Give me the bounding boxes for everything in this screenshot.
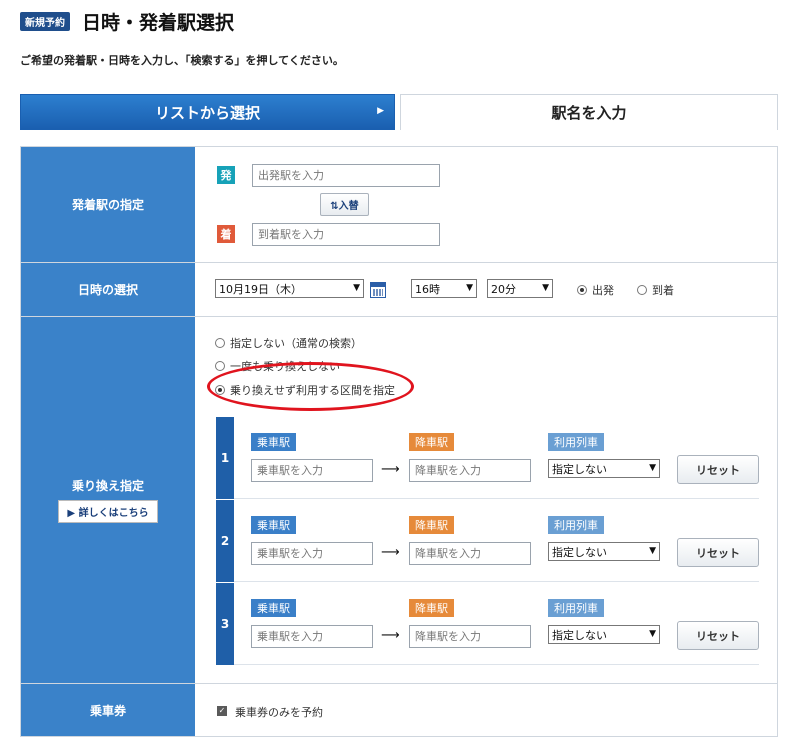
depart-tag: 発 xyxy=(217,166,235,184)
transfer-row-header: 乗り換え指定 ▶ 詳しくはこちら xyxy=(21,317,195,683)
highlight-annotation-ellipse xyxy=(207,362,414,411)
stations-label: 発着駅の指定 xyxy=(71,198,144,212)
minute-value: 20分 xyxy=(491,282,516,296)
board-station-label: 乗車駅 xyxy=(251,516,296,534)
alight-station-input[interactable] xyxy=(409,625,531,648)
board-station-input[interactable] xyxy=(251,542,373,565)
minute-select[interactable]: 20分 ▼ xyxy=(487,279,553,298)
hour-select[interactable]: 16時 ▼ xyxy=(411,279,477,298)
segment-1: 1 乗車駅 ⟶ 降車駅 利用列車 指定しない ▼ リセット xyxy=(216,417,759,499)
page-title: 日時・発着駅選択 xyxy=(82,12,235,34)
radio-arrive[interactable]: 到着 xyxy=(637,282,674,298)
alight-station-input[interactable] xyxy=(409,542,531,565)
tab-select-from-list[interactable]: リストから選択 ▶ xyxy=(20,94,395,130)
reset-button[interactable]: リセット xyxy=(677,621,759,650)
train-value: 指定しない xyxy=(552,545,607,559)
transfer-row: 乗り換え指定 ▶ 詳しくはこちら 指定しない（通常の検索） 一度も乗り換えしない… xyxy=(21,317,777,684)
transfer-label: 乗り換え指定 xyxy=(71,479,144,493)
board-station-input[interactable] xyxy=(251,459,373,482)
board-station-label: 乗車駅 xyxy=(251,433,296,451)
chevron-down-icon: ▼ xyxy=(649,629,656,639)
alight-station-label: 降車駅 xyxy=(409,599,454,617)
alight-station-label: 降車駅 xyxy=(409,433,454,451)
segment-number: 2 xyxy=(216,500,234,582)
depart-station-input[interactable] xyxy=(252,164,440,187)
train-select[interactable]: 指定しない ▼ xyxy=(548,542,660,561)
ticket-label: 乗車券 xyxy=(89,703,126,718)
details-link-button[interactable]: ▶ 詳しくはこちら xyxy=(58,500,158,523)
ticket-row: 乗車券 ✓ 乗車券のみを予約 xyxy=(21,684,777,736)
transfer-option-no-change-indicator xyxy=(215,361,225,371)
datetime-row: 日時の選択 10月19日（木） ▼ 16時 ▼ 20分 ▼ 出発 到着 xyxy=(21,263,777,317)
stations-row-header: 発着駅の指定 xyxy=(21,147,195,262)
stations-row-body: 発 ⇅入替 着 xyxy=(195,147,777,262)
board-station-label: 乗車駅 xyxy=(251,599,296,617)
transfer-option-none[interactable]: 指定しない（通常の検索） xyxy=(215,335,362,351)
radio-arrive-label: 到着 xyxy=(652,284,674,297)
segment-number: 1 xyxy=(216,417,234,499)
radio-depart-label: 出発 xyxy=(592,284,614,297)
chevron-down-icon: ▼ xyxy=(649,463,656,473)
alight-station-input[interactable] xyxy=(409,459,531,482)
ticket-row-body: ✓ 乗車券のみを予約 xyxy=(195,684,777,736)
chevron-right-icon: ▶ xyxy=(377,106,384,116)
arrow-right-icon: ⟶ xyxy=(381,628,400,643)
transfer-option-none-indicator xyxy=(215,338,225,348)
tab-list-label: リストから選択 xyxy=(154,103,260,122)
reset-button[interactable]: リセット xyxy=(677,455,759,484)
radio-depart-indicator xyxy=(577,285,587,295)
chevron-down-icon: ▼ xyxy=(466,283,473,293)
datetime-label: 日時の選択 xyxy=(77,283,138,297)
chevron-down-icon: ▼ xyxy=(649,546,656,556)
arrow-right-icon: ⟶ xyxy=(381,545,400,560)
arrive-tag: 着 xyxy=(217,225,235,243)
transfer-option-none-label: 指定しない（通常の検索） xyxy=(230,337,362,350)
swap-stations-button[interactable]: ⇅入替 xyxy=(320,193,369,216)
train-select[interactable]: 指定しない ▼ xyxy=(548,459,660,478)
transfer-row-body: 指定しない（通常の検索） 一度も乗り換えしない 乗り換えせず利用する区間を指定 … xyxy=(195,317,777,683)
chevron-down-icon: ▼ xyxy=(542,283,549,293)
board-station-input[interactable] xyxy=(251,625,373,648)
hour-value: 16時 xyxy=(415,282,440,296)
train-value: 指定しない xyxy=(552,628,607,642)
segment-2: 2 乗車駅 ⟶ 降車駅 利用列車 指定しない ▼ リセット xyxy=(216,500,759,582)
arrow-right-icon: ⟶ xyxy=(381,462,400,477)
tab-station-label: 駅名を入力 xyxy=(551,104,627,122)
datetime-row-body: 10月19日（木） ▼ 16時 ▼ 20分 ▼ 出発 到着 xyxy=(195,263,777,316)
instruction-text: ご希望の発着駅・日時を入力し、「検索する」を押してください。 xyxy=(20,54,344,67)
tab-enter-station-name[interactable]: 駅名を入力 xyxy=(400,94,778,130)
segment-3: 3 乗車駅 ⟶ 降車駅 利用列車 指定しない ▼ リセット xyxy=(216,583,759,665)
segment-number: 3 xyxy=(216,583,234,665)
reset-button[interactable]: リセット xyxy=(677,538,759,567)
train-label: 利用列車 xyxy=(548,599,604,617)
arrive-station-input[interactable] xyxy=(252,223,440,246)
train-value: 指定しない xyxy=(552,462,607,476)
alight-station-label: 降車駅 xyxy=(409,516,454,534)
ticket-only-label: 乗車券のみを予約 xyxy=(235,706,323,719)
radio-arrive-indicator xyxy=(637,285,647,295)
new-reservation-badge: 新規予約 xyxy=(20,12,70,31)
train-label: 利用列車 xyxy=(548,433,604,451)
radio-depart[interactable]: 出発 xyxy=(577,282,614,298)
date-value: 10月19日（木） xyxy=(219,282,302,296)
chevron-down-icon: ▼ xyxy=(353,283,360,293)
datetime-row-header: 日時の選択 xyxy=(21,263,195,316)
ticket-only-checkbox[interactable]: ✓ xyxy=(217,706,227,716)
search-form-table: 発着駅の指定 発 ⇅入替 着 日時の選択 10月19日（木） ▼ 16時 ▼ 2 xyxy=(20,146,778,737)
ticket-row-header: 乗車券 xyxy=(21,684,195,736)
train-select[interactable]: 指定しない ▼ xyxy=(548,625,660,644)
stations-row: 発着駅の指定 発 ⇅入替 着 xyxy=(21,147,777,263)
calendar-icon[interactable] xyxy=(370,282,386,298)
train-label: 利用列車 xyxy=(548,516,604,534)
date-select[interactable]: 10月19日（木） ▼ xyxy=(215,279,364,298)
